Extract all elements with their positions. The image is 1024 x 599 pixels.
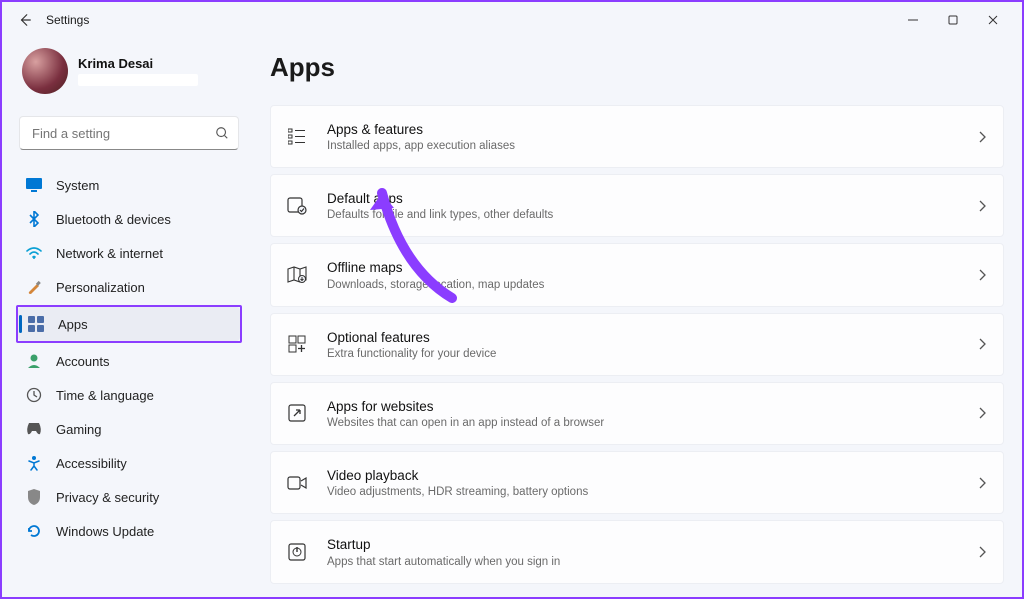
sidebar-item-label: Bluetooth & devices	[56, 212, 171, 227]
sidebar-item-accessibility[interactable]: Accessibility	[16, 446, 242, 480]
startup-icon	[287, 542, 307, 562]
content-area: Apps Apps & featuresInstalled apps, app …	[242, 38, 1008, 590]
search-input[interactable]	[19, 116, 239, 150]
sidebar-item-bluetooth[interactable]: Bluetooth & devices	[16, 202, 242, 236]
apps-features-icon	[287, 127, 307, 147]
card-title: Video playback	[327, 467, 979, 485]
card-title: Default apps	[327, 190, 979, 208]
avatar	[22, 48, 68, 94]
sidebar-item-label: Accessibility	[56, 456, 127, 471]
account-icon	[26, 353, 42, 369]
sidebar-item-label: Windows Update	[56, 524, 154, 539]
bluetooth-icon	[26, 211, 42, 227]
shield-icon	[26, 489, 42, 505]
card-subtitle: Websites that can open in an app instead…	[327, 417, 979, 429]
sidebar-item-label: Accounts	[56, 354, 109, 369]
update-icon	[26, 523, 42, 539]
page-title: Apps	[270, 52, 1004, 83]
system-icon	[26, 177, 42, 193]
sidebar-item-personalization[interactable]: Personalization	[16, 270, 242, 304]
gaming-icon	[26, 421, 42, 437]
window-title: Settings	[46, 13, 89, 27]
minimize-button[interactable]	[894, 6, 932, 34]
chevron-right-icon	[979, 131, 987, 143]
sidebar-item-label: Network & internet	[56, 246, 163, 261]
card-video-playback[interactable]: Video playbackVideo adjustments, HDR str…	[270, 451, 1004, 514]
default-apps-icon	[287, 196, 307, 216]
time-icon	[26, 387, 42, 403]
close-button[interactable]	[974, 6, 1012, 34]
chevron-right-icon	[979, 338, 987, 350]
apps-icon	[28, 316, 44, 332]
card-subtitle: Downloads, storage location, map updates	[327, 279, 979, 291]
card-title: Startup	[327, 536, 979, 554]
card-title: Offline maps	[327, 259, 979, 277]
chevron-right-icon	[979, 407, 987, 419]
sidebar-item-apps[interactable]: Apps	[18, 307, 240, 341]
video-icon	[287, 473, 307, 493]
highlight-annotation: Apps	[16, 305, 242, 343]
search-icon	[215, 126, 229, 140]
card-default-apps[interactable]: Default appsDefaults for file and link t…	[270, 174, 1004, 237]
card-optional-features[interactable]: Optional featuresExtra functionality for…	[270, 313, 1004, 376]
card-apps-features[interactable]: Apps & featuresInstalled apps, app execu…	[270, 105, 1004, 168]
card-apps-websites[interactable]: Apps for websitesWebsites that can open …	[270, 382, 1004, 445]
back-button[interactable]	[18, 13, 32, 27]
titlebar: Settings	[2, 2, 1022, 38]
accessibility-icon	[26, 455, 42, 471]
card-subtitle: Video adjustments, HDR streaming, batter…	[327, 486, 979, 498]
chevron-right-icon	[979, 200, 987, 212]
card-startup[interactable]: Startup Apps that start automatically whe…	[270, 520, 1004, 583]
profile-section[interactable]: Krima Desai	[16, 38, 242, 110]
user-name: Krima Desai	[78, 56, 198, 71]
sidebar-item-update[interactable]: Windows Update	[16, 514, 242, 548]
brush-icon	[26, 279, 42, 295]
sidebar-item-label: Personalization	[56, 280, 145, 295]
card-subtitle: Installed apps, app execution aliases	[327, 140, 979, 152]
sidebar-item-label: Time & language	[56, 388, 154, 403]
search-container	[19, 116, 239, 150]
apps-websites-icon	[287, 403, 307, 423]
card-offline-maps[interactable]: Offline maps Downloads, storage location,…	[270, 243, 1004, 306]
card-title: Apps & features	[327, 121, 979, 139]
map-icon	[287, 265, 307, 285]
sidebar-item-privacy[interactable]: Privacy & security	[16, 480, 242, 514]
card-subtitle: Extra functionality for your device	[327, 348, 979, 360]
sidebar-item-label: Privacy & security	[56, 490, 159, 505]
user-email-redacted	[78, 74, 198, 86]
maximize-button[interactable]	[934, 6, 972, 34]
sidebar-item-label: Gaming	[56, 422, 102, 437]
card-subtitle: Apps that start automatically when you s…	[327, 556, 979, 568]
nav-list: System Bluetooth & devices Network & int…	[16, 168, 242, 548]
chevron-right-icon	[979, 477, 987, 489]
sidebar-item-label: Apps	[58, 317, 88, 332]
sidebar-item-label: System	[56, 178, 99, 193]
optional-features-icon	[287, 334, 307, 354]
sidebar-item-system[interactable]: System	[16, 168, 242, 202]
chevron-right-icon	[979, 546, 987, 558]
sidebar-item-network[interactable]: Network & internet	[16, 236, 242, 270]
chevron-right-icon	[979, 269, 987, 281]
sidebar-item-gaming[interactable]: Gaming	[16, 412, 242, 446]
card-title: Optional features	[327, 329, 979, 347]
sidebar-item-accounts[interactable]: Accounts	[16, 344, 242, 378]
wifi-icon	[26, 245, 42, 261]
window-controls	[894, 6, 1012, 34]
card-subtitle: Defaults for file and link types, other …	[327, 209, 979, 221]
sidebar: Krima Desai System Bluetooth & devices N…	[16, 38, 242, 590]
sidebar-item-time[interactable]: Time & language	[16, 378, 242, 412]
card-title: Apps for websites	[327, 398, 979, 416]
